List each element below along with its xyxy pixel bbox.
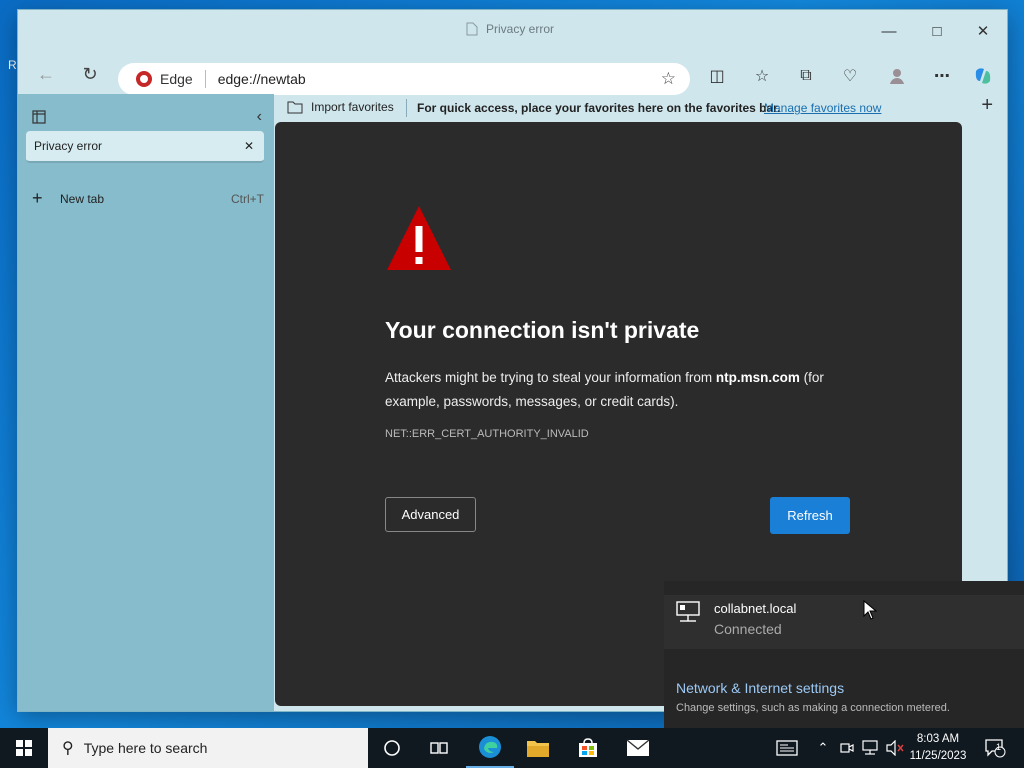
network-status: Connected: [714, 621, 782, 637]
desc-host: ntp.msn.com: [715, 370, 800, 385]
new-tab-shortcut: Ctrl+T: [231, 191, 264, 206]
more-options-icon[interactable]: ⋯: [930, 64, 954, 88]
news-widget-icon[interactable]: [772, 728, 802, 768]
desc-prefix: Attackers might be trying to steal your …: [385, 370, 716, 385]
notification-count: 1: [996, 742, 1002, 752]
split-screen-icon[interactable]: ◫: [705, 64, 729, 88]
profile-avatar[interactable]: [885, 64, 909, 88]
cortana-icon[interactable]: [368, 728, 416, 768]
store-icon[interactable]: [564, 728, 612, 768]
plus-icon: +: [32, 188, 43, 208]
collapse-sidebar-icon[interactable]: ‹: [257, 108, 262, 126]
error-description: Attackers might be trying to steal your …: [385, 366, 865, 414]
show-hidden-icons-chevron-icon[interactable]: ⌃: [812, 728, 834, 768]
search-icon: ⚲: [62, 740, 74, 757]
sidebar-header: ‹: [32, 106, 262, 128]
meet-now-icon[interactable]: [836, 728, 858, 768]
mouse-cursor-icon: [863, 600, 877, 620]
advanced-button[interactable]: Advanced: [385, 497, 476, 532]
favorites-divider: [406, 99, 407, 117]
title-bar: Privacy error — □ ✕: [18, 10, 1007, 50]
network-flyout: collabnet.local Connected Network & Inte…: [664, 581, 1024, 728]
start-button[interactable]: [0, 728, 48, 768]
clock-time: 8:03 AM: [916, 733, 960, 745]
desktop-icon-label[interactable]: R: [8, 58, 17, 72]
warning-icon: [387, 206, 451, 270]
new-tab-button[interactable]: + New tab Ctrl+T: [32, 188, 264, 209]
favorites-bar: Import favorites For quick access, place…: [275, 94, 1007, 122]
vertical-tabs-sidebar: ‹ Privacy error ✕ + New tab Ctrl+T: [18, 94, 274, 711]
windows-logo-icon: [16, 740, 32, 756]
star-icon[interactable]: ☆: [661, 69, 676, 89]
import-favorites-button[interactable]: Import favorites: [287, 100, 394, 114]
address-divider: [204, 70, 206, 88]
favorites-message: For quick access, place your favorites h…: [417, 101, 781, 115]
network-settings-link[interactable]: Network & Internet settings: [676, 680, 844, 696]
network-entry[interactable]: collabnet.local Connected: [664, 595, 1024, 649]
refresh-icon[interactable]: ↻: [76, 60, 104, 88]
back-button[interactable]: ←: [32, 60, 60, 88]
edge-taskbar-icon[interactable]: [466, 728, 514, 768]
network-tray-icon[interactable]: [859, 728, 883, 768]
notification-center-icon[interactable]: 1: [980, 728, 1010, 768]
copilot-icon[interactable]: [971, 64, 995, 88]
maximize-button[interactable]: □: [914, 18, 960, 44]
search-placeholder: Type here to search: [83, 740, 208, 756]
network-settings-hint: Change settings, such as making a connec…: [676, 702, 950, 714]
edge-logo-icon: [136, 71, 152, 87]
collections-icon[interactable]: ⧉: [794, 64, 818, 88]
brand-label: Edge: [160, 71, 193, 87]
error-code: NET::ERR_CERT_AUTHORITY_INVALID: [385, 428, 589, 440]
new-tab-label: New tab: [60, 191, 105, 206]
page-icon: [466, 22, 478, 36]
clock-date: 11/25/2023: [909, 750, 967, 762]
mail-icon[interactable]: [614, 728, 662, 768]
error-heading: Your connection isn't private: [385, 317, 700, 343]
refresh-button[interactable]: Refresh: [770, 497, 850, 534]
close-tab-icon[interactable]: ✕: [244, 139, 254, 153]
tab-actions-icon[interactable]: [32, 110, 46, 124]
import-favorites-label: Import favorites: [311, 100, 394, 114]
task-view-icon[interactable]: [416, 728, 464, 768]
url-text[interactable]: edge://newtab: [218, 71, 306, 87]
window-title-text: Privacy error: [486, 22, 555, 36]
address-bar[interactable]: Edge edge://newtab ☆: [118, 63, 690, 95]
minimize-button[interactable]: —: [866, 18, 912, 44]
file-explorer-icon[interactable]: [514, 728, 562, 768]
manage-favorites-link[interactable]: Manage favorites now: [764, 101, 881, 115]
taskbar: ⚲ Type here to search ⌃ 8:03 AM 11/25/20…: [0, 728, 1024, 768]
network-name: collabnet.local: [714, 601, 797, 616]
ethernet-icon: [676, 601, 700, 622]
window-title: Privacy error: [466, 22, 554, 36]
toolbar: ← ↻ Edge edge://newtab ☆ ◫ ☆ ⧉ ♡ ⋯: [18, 50, 1007, 95]
browser-essentials-icon[interactable]: ♡: [838, 64, 862, 88]
clock[interactable]: 8:03 AM 11/25/2023: [905, 731, 971, 765]
close-button[interactable]: ✕: [960, 18, 1006, 44]
taskbar-search[interactable]: ⚲ Type here to search: [48, 728, 368, 768]
tab-privacy-error[interactable]: Privacy error ✕: [26, 131, 264, 163]
import-folder-icon: [287, 101, 303, 114]
tab-label: Privacy error: [34, 139, 103, 153]
volume-muted-icon[interactable]: [883, 728, 907, 768]
new-tab-plus-icon[interactable]: +: [981, 94, 993, 117]
favorites-icon[interactable]: ☆: [750, 64, 774, 88]
